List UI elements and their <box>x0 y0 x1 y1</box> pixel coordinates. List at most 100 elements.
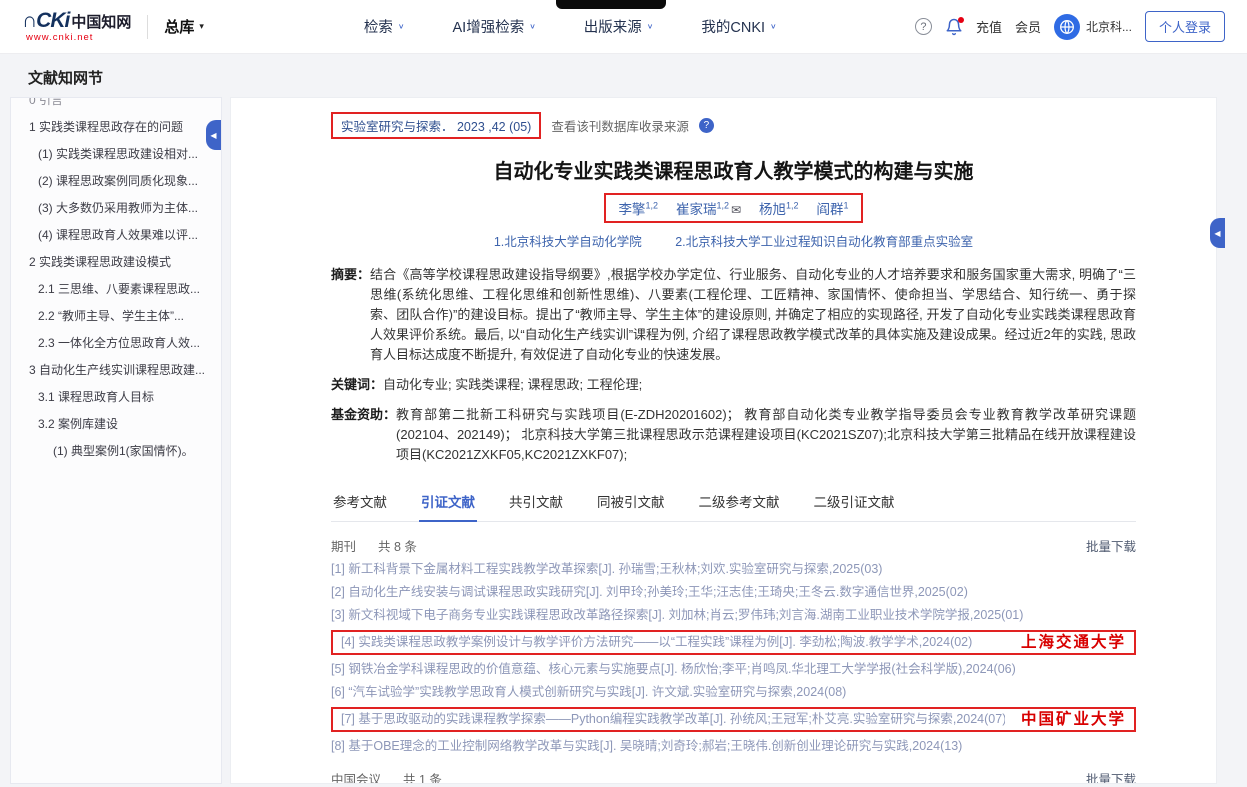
cnki-logo-url: www.cnki.net <box>26 33 131 43</box>
nav-label: 出版来源 <box>584 16 642 37</box>
tab-citing-works[interactable]: 引证文献 <box>419 491 477 522</box>
article-panel: 实验室研究与探索． 2023 ,42 (05) 查看该刊数据库收录来源 ? 自动… <box>230 97 1217 784</box>
nav-label: 我的CNKI <box>701 16 765 37</box>
nav-label: AI增强检索 <box>453 16 525 37</box>
header-right: ? 充值 会员 北京科... 个人登录 <box>915 11 1225 42</box>
outline-item[interactable]: 3.1 课程思政育人目标 <box>23 384 215 411</box>
outline-item[interactable]: (1) 实践类课程思政建设相对... <box>23 141 215 168</box>
tab-references[interactable]: 参考文献 <box>331 491 389 521</box>
nav-label: 检索 <box>364 16 393 37</box>
nav-search[interactable]: 检索 ∨ <box>364 16 405 37</box>
member-link[interactable]: 会员 <box>1015 17 1041 36</box>
nav-my-cnki[interactable]: 我的CNKI ∨ <box>701 16 776 37</box>
citation-item[interactable]: [2] 自动化生产线安装与调试课程思政实践研究[J]. 刘甲玲;孙美玲;王华;汪… <box>331 584 1136 601</box>
email-icon: ✉ <box>731 203 741 217</box>
recharge-link[interactable]: 充值 <box>976 17 1002 36</box>
keywords-field: 关键词： 自动化专业; 实践类课程; 课程思政; 工程伦理; <box>331 375 1136 395</box>
cnki-logo[interactable]: ∩CKi 中国知网 www.cnki.net <box>22 10 131 42</box>
cnki-logo-mark: ∩CKi <box>22 10 69 32</box>
batch-download-link[interactable]: 批量下载 <box>1086 769 1136 784</box>
author-link[interactable]: 李擎1,2 <box>618 198 658 218</box>
outline-item[interactable]: 3 自动化生产线实训课程思政建... <box>23 357 215 384</box>
outline-item[interactable]: (4) 课程思政育人效果难以评... <box>23 222 215 249</box>
citation-item[interactable]: [6] “汽车试验学”实践教学思政育人模式创新研究与实践[J]. 许文斌.实验室… <box>331 684 1136 701</box>
keywords-label: 关键词： <box>331 375 383 395</box>
journal-issue-link[interactable]: 实验室研究与探索． 2023 ,42 (05) <box>331 112 541 139</box>
funding-text: 教育部第二批新工科研究与实践项目(E-ZDH20201602)； 教育部自动化类… <box>396 405 1136 465</box>
abstract-text: 结合《高等学校课程思政建设指导纲要》,根据学校办学定位、行业服务、自动化专业的人… <box>370 265 1136 365</box>
help-icon[interactable]: ? <box>915 18 932 35</box>
section-count: 共 1 条 <box>403 769 442 784</box>
database-label: 总库 <box>164 16 194 37</box>
breadcrumb: 文献知网节 <box>0 54 1247 97</box>
globe-icon <box>1054 14 1080 40</box>
outline-sidebar: 0 引言 1 实践类课程思政存在的问题 (1) 实践类课程思政建设相对... (… <box>10 97 222 784</box>
outline-item[interactable]: 3.2 案例库建设 <box>23 411 215 438</box>
journal-citation-list: [1] 新工科背景下金属材料工程实践教学改革探索[J]. 孙瑞雪;王秋林;刘欢.… <box>331 561 1136 755</box>
chevron-down-icon: ∨ <box>529 22 536 31</box>
citation-tabs: 参考文献 引证文献 共引文献 同被引文献 二级参考文献 二级引证文献 <box>331 491 1136 522</box>
institution-badge[interactable]: 北京科... <box>1054 14 1132 40</box>
authors-row: 李擎1,2 崔家瑞1,2✉ 杨旭1,2 阎群1 <box>331 193 1136 223</box>
abstract-field: 摘要： 结合《高等学校课程思政建设指导纲要》,根据学校办学定位、行业服务、自动化… <box>331 265 1136 365</box>
tab-co-citations[interactable]: 共引文献 <box>507 491 565 521</box>
affiliation-link[interactable]: 2.北京科技大学工业过程知识自动化教育部重点实验室 <box>675 235 973 249</box>
caret-down-icon: ▾ <box>199 21 204 32</box>
citation-item-highlighted[interactable]: [7] 基于思政驱动的实践课程教学探索——Python编程实践教学改革[J]. … <box>331 707 1136 732</box>
view-source-link[interactable]: 查看该刊数据库收录来源 <box>551 116 689 135</box>
content-row: 0 引言 1 实践类课程思政存在的问题 (1) 实践类课程思政建设相对... (… <box>0 97 1247 784</box>
journal-source-line: 实验室研究与探索． 2023 ,42 (05) 查看该刊数据库收录来源 ? <box>331 112 1136 139</box>
affiliations-row: 1.北京科技大学自动化学院 2.北京科技大学工业过程知识自动化教育部重点实验室 <box>331 231 1136 250</box>
tab-co-cited[interactable]: 同被引文献 <box>595 491 667 521</box>
abstract-label: 摘要： <box>331 265 370 365</box>
citation-item[interactable]: [8] 基于OBE理念的工业控制网络教学改革与实践[J]. 吴晓晴;刘奇玲;郝岩… <box>331 738 1136 755</box>
journal-section-header: 期刊 共 8 条 批量下载 <box>331 536 1136 555</box>
sidebar-collapse-icon[interactable]: ◀ <box>206 120 221 150</box>
database-selector[interactable]: 总库 ▾ <box>164 16 204 37</box>
annotation-university: 上海交通大学 <box>1021 634 1126 651</box>
funding-label: 基金资助： <box>331 405 396 465</box>
author-link[interactable]: 阎群1 <box>817 198 849 218</box>
cnki-logo-cn: 中国知网 <box>71 15 131 31</box>
author-link[interactable]: 杨旭1,2 <box>759 198 799 218</box>
annotation-university: 中国矿业大学 <box>1021 711 1126 728</box>
outline-item[interactable]: 2 实践类课程思政建设模式 <box>23 249 215 276</box>
conference-section-header: 中国会议 共 1 条 批量下载 <box>331 769 1136 784</box>
outline-item[interactable]: 1 实践类课程思政存在的问题 <box>23 114 215 141</box>
citation-text[interactable]: [7] 基于思政驱动的实践课程教学探索——Python编程实践教学改革[J]. … <box>341 711 1005 728</box>
citation-item[interactable]: [3] 新文科视域下电子商务专业实践课程思政改革路径探索[J]. 刘加林;肖云;… <box>331 607 1136 624</box>
nav-ai-search[interactable]: AI增强检索 ∨ <box>453 16 536 37</box>
citation-item-highlighted[interactable]: [4] 实践类课程思政教学案例设计与教学评价方法研究——以“工程实践”课程为例[… <box>331 630 1136 655</box>
citation-item[interactable]: [1] 新工科背景下金属材料工程实践教学改革探索[J]. 孙瑞雪;王秋林;刘欢.… <box>331 561 1136 578</box>
author-link[interactable]: 崔家瑞1,2✉ <box>676 198 741 218</box>
right-panel-collapse-icon[interactable]: ◀ <box>1210 218 1225 248</box>
nav-publications[interactable]: 出版来源 ∨ <box>584 16 654 37</box>
outline-item[interactable]: 2.1 三思维、八要素课程思政... <box>23 276 215 303</box>
outline-item[interactable]: 0 引言 <box>23 97 215 114</box>
outline-item[interactable]: (3) 大多数仍采用教师为主体... <box>23 195 215 222</box>
info-icon[interactable]: ? <box>699 118 714 133</box>
notification-bell-icon[interactable] <box>945 18 963 36</box>
outline-item[interactable]: (2) 课程思政案例同质化现象... <box>23 168 215 195</box>
batch-download-link[interactable]: 批量下载 <box>1086 536 1136 555</box>
outline-item[interactable]: 2.3 一体化全方位思政育人效... <box>23 330 215 357</box>
section-type: 期刊 <box>331 536 356 555</box>
personal-login-button[interactable]: 个人登录 <box>1145 11 1225 42</box>
outline-item[interactable]: (1) 典型案例1(家国情怀)。 <box>23 438 215 465</box>
main-nav: 检索 ∨ AI增强检索 ∨ 出版来源 ∨ 我的CNKI ∨ <box>364 16 777 37</box>
citation-text[interactable]: [4] 实践类课程思政教学案例设计与教学评价方法研究——以“工程实践”课程为例[… <box>341 634 972 651</box>
chevron-down-icon: ∨ <box>770 22 777 31</box>
keywords-links[interactable]: 自动化专业; 实践类课程; 课程思政; 工程伦理; <box>383 375 642 395</box>
funding-field: 基金资助： 教育部第二批新工科研究与实践项目(E-ZDH20201602)； 教… <box>331 405 1136 465</box>
institution-name: 北京科... <box>1086 18 1132 35</box>
notification-dot <box>958 17 964 23</box>
section-type: 中国会议 <box>331 769 381 784</box>
citation-item[interactable]: [5] 钢铁冶金学科课程思政的价值意蕴、核心元素与实施要点[J]. 杨欣怡;李平… <box>331 661 1136 678</box>
chevron-down-icon: ∨ <box>647 22 654 31</box>
chevron-down-icon: ∨ <box>398 22 405 31</box>
tab-secondary-references[interactable]: 二级参考文献 <box>697 491 782 521</box>
tab-secondary-citing[interactable]: 二级引证文献 <box>812 491 897 521</box>
affiliation-link[interactable]: 1.北京科技大学自动化学院 <box>494 235 642 249</box>
outline-item[interactable]: 2.2 “教师主导、学生主体”... <box>23 303 215 330</box>
header-divider <box>147 15 148 39</box>
